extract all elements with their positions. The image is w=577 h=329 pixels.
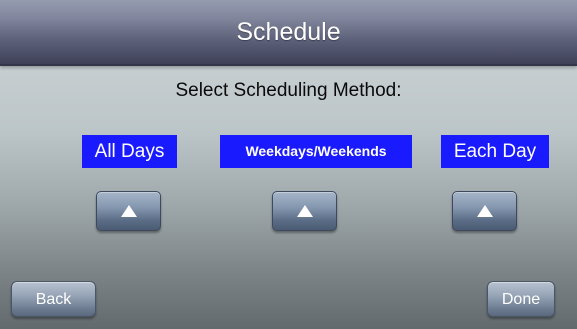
up-arrow-icon — [297, 205, 313, 217]
select-each-day-button[interactable] — [452, 191, 517, 231]
scheduling-method-prompt: Select Scheduling Method: — [175, 80, 402, 101]
done-button[interactable]: Done — [487, 281, 555, 317]
page-title: Schedule — [236, 18, 341, 46]
up-arrow-icon — [477, 205, 493, 217]
option-label-all-days: All Days — [82, 135, 177, 168]
title-bar: Schedule — [0, 0, 577, 66]
option-label-weekdays-weekends: Weekdays/Weekends — [220, 135, 412, 168]
select-all-days-button[interactable] — [96, 191, 161, 231]
select-weekdays-weekends-button[interactable] — [272, 191, 337, 231]
option-label-each-day: Each Day — [441, 135, 549, 168]
up-arrow-icon — [121, 205, 137, 217]
schedule-screen: Schedule Select Scheduling Method: All D… — [0, 0, 577, 329]
back-button[interactable]: Back — [11, 281, 96, 317]
